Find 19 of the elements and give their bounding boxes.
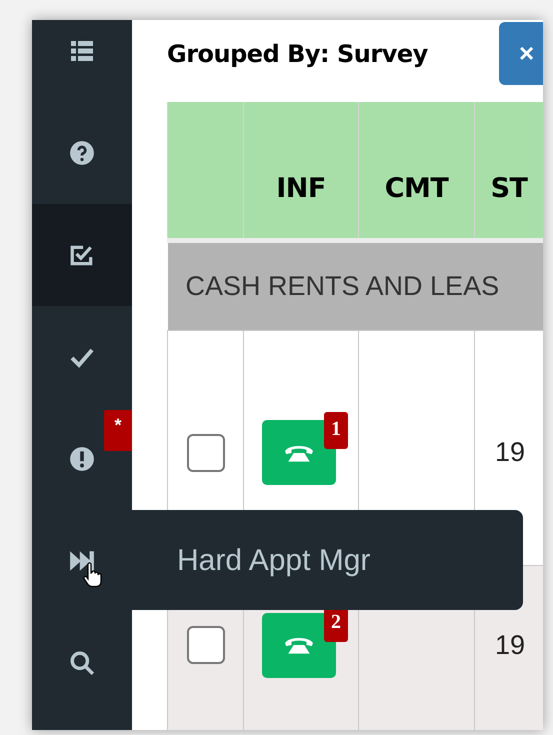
group-header: CASH RENTS AND LEAS bbox=[168, 240, 543, 330]
count-badge: 1 bbox=[324, 412, 348, 449]
phone-icon bbox=[284, 635, 314, 655]
column-header: ST bbox=[474, 102, 543, 240]
help-icon bbox=[69, 140, 95, 166]
grouping-title: Grouped By: Survey bbox=[167, 39, 428, 70]
pointer-hand-icon bbox=[82, 562, 102, 588]
column-header: CMT bbox=[358, 102, 474, 240]
table-cell-text: 19 bbox=[494, 437, 526, 468]
list-icon bbox=[69, 39, 95, 63]
row-checkbox[interactable] bbox=[186, 434, 224, 472]
column-header: INF bbox=[244, 102, 358, 240]
exclamation-icon bbox=[69, 446, 95, 472]
alert-badge: * bbox=[104, 410, 132, 451]
close-button[interactable]: × bbox=[499, 22, 543, 85]
row-checkbox[interactable] bbox=[186, 626, 224, 664]
table-cell-text: 19 bbox=[494, 630, 526, 660]
sidebar-item[interactable] bbox=[32, 204, 132, 306]
search-icon bbox=[69, 650, 95, 676]
